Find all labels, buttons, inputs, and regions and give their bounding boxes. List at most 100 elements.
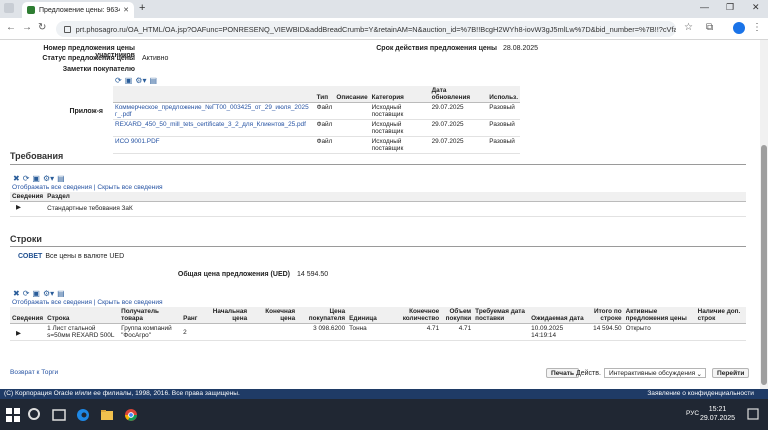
col-recipient: Получатель товара bbox=[119, 307, 182, 324]
refresh-icon[interactable]: ⟳ bbox=[23, 174, 30, 183]
maximize-icon[interactable]: ❐ bbox=[726, 2, 734, 13]
close-window-icon[interactable]: ✕ bbox=[752, 2, 760, 13]
tip-badge: СОВЕТ bbox=[18, 253, 43, 260]
lines-table: Сведения Строка Получатель товара Ранг Н… bbox=[10, 307, 746, 341]
privacy-link[interactable]: Заявление о конфиденциальности bbox=[647, 390, 754, 397]
expand-row-icon[interactable]: ▶ bbox=[16, 330, 21, 337]
show-all-link[interactable]: Отображать все сведения bbox=[12, 184, 92, 191]
col-extra-lines: Наличие доп. строк bbox=[695, 307, 746, 324]
reload-icon[interactable]: ↻ bbox=[38, 22, 46, 33]
expand-all-icon[interactable]: ✖ bbox=[13, 174, 20, 183]
oracle-footer: (C) Корпорация Oracle и/или ее филиалы, … bbox=[0, 389, 768, 399]
tip: СОВЕТ Все цены в валюте UED bbox=[18, 253, 124, 260]
col-final-qty: Конечное количество bbox=[383, 307, 442, 324]
col-required-date: Требуемая дата поставки bbox=[473, 307, 530, 324]
address-bar[interactable]: prt.phosagro.ru/OA_HTML/OA.jsp?OAFunc=PO… bbox=[56, 21, 676, 37]
column-list-icon[interactable]: ▤ bbox=[57, 289, 65, 298]
notifications-icon[interactable] bbox=[746, 407, 760, 421]
refresh-icon[interactable]: ⟳ bbox=[115, 76, 122, 85]
lines-detail-links: Отображать все сведения | Скрыть все све… bbox=[12, 299, 163, 306]
requirements-detail-links: Отображать все сведения | Скрыть все све… bbox=[12, 184, 163, 191]
clock-time: 15:21 bbox=[708, 406, 727, 413]
status-label: Статус предложения цены bbox=[42, 55, 135, 62]
attachment-link[interactable]: REXARD_450_50_mill_tets_certificate_3_2_… bbox=[115, 121, 306, 128]
print-button[interactable]: Печать bbox=[546, 368, 580, 378]
table-row: ▶ 1 Лист стальной s=50мм REXARD 500L Гру… bbox=[10, 323, 746, 341]
expected-date: 10.09.2025 14:19:14 bbox=[529, 323, 592, 341]
task-view-icon[interactable] bbox=[52, 408, 66, 422]
close-tab-icon[interactable]: ✕ bbox=[123, 6, 129, 14]
active-bids: Открыто bbox=[623, 323, 696, 341]
expand-all-icon[interactable]: ✖ bbox=[13, 289, 20, 298]
col-description: Описание bbox=[334, 86, 370, 103]
hide-all-link[interactable]: Скрыть все сведения bbox=[97, 184, 162, 191]
rank: 2 bbox=[181, 323, 202, 341]
page-content: Номер предложения цены участников Срок д… bbox=[0, 40, 760, 389]
col-line: Строка bbox=[45, 307, 120, 324]
new-tab-icon[interactable]: + bbox=[139, 2, 145, 14]
table-row: REXARD_450_50_mill_tets_certificate_3_2_… bbox=[113, 119, 520, 137]
valid-until-label: Срок действия предложения цены bbox=[376, 45, 497, 52]
actions-select-value: Интерактивные обсуждения bbox=[609, 370, 696, 377]
actions-label: Действ. bbox=[576, 370, 601, 377]
system-clock[interactable]: 15:21 29.07.2025 bbox=[700, 405, 735, 423]
site-info-icon[interactable] bbox=[64, 25, 71, 33]
export-icon[interactable]: ▣ bbox=[32, 289, 40, 298]
col-volume: Объем покупки bbox=[441, 307, 474, 324]
menu-icon[interactable]: ⋮ bbox=[752, 22, 762, 33]
search-icon[interactable] bbox=[28, 408, 40, 420]
url-text: prt.phosagro.ru/OA_HTML/OA.jsp?OAFunc=PO… bbox=[75, 24, 676, 34]
profile-avatar[interactable] bbox=[733, 22, 745, 34]
minimize-icon[interactable]: — bbox=[700, 2, 709, 12]
attachment-link[interactable]: Коммерческое_предложение_№ГТ00_003425_от… bbox=[115, 104, 309, 118]
browser-tabbar: Предложение цены: 963455 – ✕ + — ❐ ✕ bbox=[0, 0, 768, 18]
col-expected-date: Ожидаемая дата bbox=[529, 307, 592, 324]
recipient: Группа компаний "ФосАгро" bbox=[119, 323, 182, 341]
status-value: Активно bbox=[142, 55, 169, 62]
col-unit: Единица bbox=[347, 307, 384, 324]
back-link[interactable]: Возврат к Торги bbox=[10, 369, 58, 376]
column-list-icon[interactable]: ▤ bbox=[149, 76, 157, 85]
show-all-link[interactable]: Отображать все сведения bbox=[12, 299, 92, 306]
expand-row-icon[interactable]: ▶ bbox=[16, 204, 21, 211]
col-rank: Ранг bbox=[181, 307, 202, 324]
attachments-label: Прилож-я bbox=[69, 108, 103, 115]
final-qty: 4.71 bbox=[383, 323, 442, 341]
column-list-icon[interactable]: ▤ bbox=[57, 174, 65, 183]
back-icon[interactable]: ← bbox=[6, 22, 16, 33]
volume: 4.71 bbox=[441, 323, 474, 341]
chevron-down-icon: ⌄ bbox=[696, 371, 702, 378]
edge-browser-icon[interactable] bbox=[76, 408, 90, 422]
bookmark-star-icon[interactable]: ☆ bbox=[684, 22, 693, 33]
attachment-link[interactable]: ИСО 9001.PDF bbox=[115, 138, 160, 145]
col-category: Категория bbox=[369, 86, 430, 103]
actions-select[interactable]: Интерактивные обсуждения ⌄ bbox=[604, 368, 706, 378]
settings-gear-icon[interactable]: ⚙▾ bbox=[135, 76, 146, 85]
col-details: Сведения bbox=[10, 192, 46, 202]
browser-tab[interactable]: Предложение цены: 963455 – ✕ bbox=[22, 2, 134, 18]
input-language[interactable]: РУС bbox=[686, 410, 699, 417]
buyer-price: 3 098.6200 bbox=[297, 323, 348, 341]
requirements-title: Требования bbox=[10, 151, 64, 161]
add-attachment-icon[interactable]: ▣ bbox=[125, 76, 133, 85]
col-line-total: Итого по строке bbox=[591, 307, 624, 324]
windows-start-icon[interactable] bbox=[6, 408, 20, 422]
page-scrollbar[interactable] bbox=[760, 40, 768, 389]
scrollbar-thumb[interactable] bbox=[761, 145, 767, 385]
forward-icon[interactable]: → bbox=[22, 22, 32, 33]
settings-gear-icon[interactable]: ⚙▾ bbox=[43, 289, 54, 298]
tab-search-icon[interactable] bbox=[4, 3, 14, 13]
col-start-price: Начальная цена bbox=[201, 307, 250, 324]
divider bbox=[10, 246, 746, 247]
go-button[interactable]: Перейти bbox=[712, 368, 750, 378]
col-final-price: Конечная цена bbox=[249, 307, 298, 324]
extensions-icon[interactable]: ⧉ bbox=[706, 22, 713, 33]
chrome-icon[interactable] bbox=[124, 408, 138, 422]
file-explorer-icon[interactable] bbox=[100, 408, 114, 422]
hide-all-link[interactable]: Скрыть все сведения bbox=[97, 299, 162, 306]
refresh-icon[interactable]: ⟳ bbox=[23, 289, 30, 298]
clock-date: 29.07.2025 bbox=[700, 415, 736, 422]
export-icon[interactable]: ▣ bbox=[32, 174, 40, 183]
settings-gear-icon[interactable]: ⚙▾ bbox=[43, 174, 54, 183]
total-label: Общая цена предложения (UED) bbox=[177, 271, 290, 278]
